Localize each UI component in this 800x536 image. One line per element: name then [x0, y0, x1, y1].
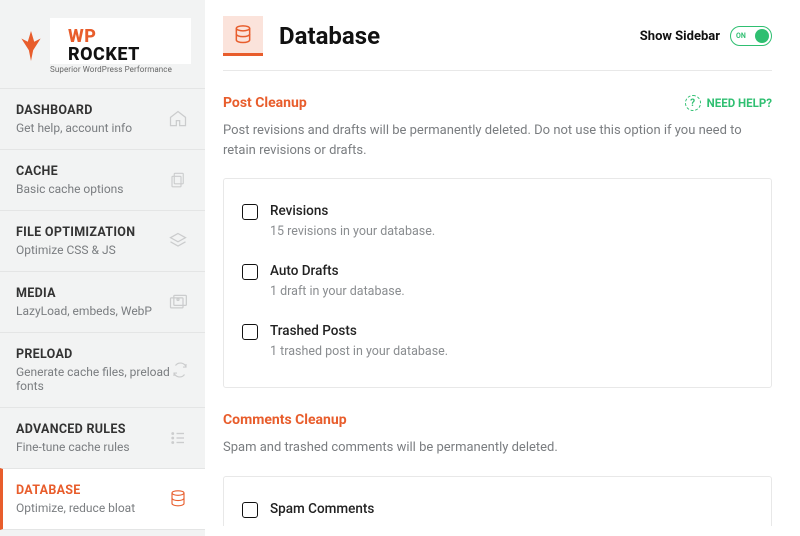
copy-icon — [167, 169, 189, 191]
sidebar-item-cache[interactable]: CACHE Basic cache options — [0, 149, 205, 210]
option-sub: 1 trashed post in your database. — [270, 344, 448, 359]
need-help-button[interactable]: ? NEED HELP? — [685, 95, 772, 111]
sidebar-item-label: PRELOAD — [16, 347, 171, 362]
option-label: Trashed Posts — [270, 323, 448, 339]
comments-cleanup-card: Spam Comments — [223, 476, 772, 526]
sidebar-item-label: MEDIA — [16, 286, 152, 301]
refresh-icon — [171, 359, 189, 381]
layers-icon — [167, 230, 189, 252]
list-icon — [167, 427, 189, 449]
checkbox-trashed-posts[interactable] — [242, 324, 258, 340]
sidebar-item-media[interactable]: MEDIA LazyLoad, embeds, WebP — [0, 271, 205, 332]
rocket-icon — [18, 31, 44, 61]
section-desc-post-cleanup: Post revisions and drafts will be perman… — [223, 121, 772, 160]
option-label: Spam Comments — [270, 501, 374, 517]
page-header: Database Show Sidebar ON — [223, 10, 772, 66]
sidebar-item-desc: Basic cache options — [16, 182, 124, 196]
sidebar-item-label: DATABASE — [16, 483, 135, 498]
sidebar: WP ROCKET Superior WordPress Performance… — [0, 0, 205, 536]
show-sidebar-label: Show Sidebar — [640, 29, 720, 44]
sidebar-item-advanced-rules[interactable]: ADVANCED RULES Fine-tune cache rules — [0, 407, 205, 468]
option-trashed-posts: Trashed Posts 1 trashed post in your dat… — [242, 313, 753, 373]
sidebar-item-desc: LazyLoad, embeds, WebP — [16, 304, 152, 318]
sidebar-item-label: ADVANCED RULES — [16, 422, 130, 437]
toggle-state-label: ON — [736, 32, 746, 40]
sidebar-item-file-optimization[interactable]: FILE OPTIMIZATION Optimize CSS & JS — [0, 210, 205, 271]
sidebar-item-label: FILE OPTIMIZATION — [16, 225, 135, 240]
sidebar-item-desc: Get help, account info — [16, 121, 132, 135]
need-help-label: NEED HELP? — [707, 96, 772, 110]
option-label: Revisions — [270, 203, 435, 219]
option-revisions: Revisions 15 revisions in your database. — [242, 193, 753, 253]
sidebar-item-database[interactable]: DATABASE Optimize, reduce bloat — [0, 468, 205, 530]
logo: WP ROCKET Superior WordPress Performance — [0, 0, 205, 88]
section-desc-comments-cleanup: Spam and trashed comments will be perman… — [223, 438, 772, 458]
sidebar-item-desc: Fine-tune cache rules — [16, 440, 130, 454]
show-sidebar-toggle[interactable]: ON — [730, 26, 772, 46]
main-content: Database Show Sidebar ON Post Cleanup ? … — [205, 0, 800, 536]
section-title-comments-cleanup: Comments Cleanup — [223, 412, 772, 428]
sidebar-item-desc: Generate cache files, preload fonts — [16, 365, 171, 393]
option-sub: 1 draft in your database. — [270, 284, 405, 299]
help-icon: ? — [685, 95, 701, 111]
page-title: Database — [279, 22, 380, 50]
checkbox-spam-comments[interactable] — [242, 502, 258, 518]
sidebar-item-preload[interactable]: PRELOAD Generate cache files, preload fo… — [0, 332, 205, 407]
nav: DASHBOARD Get help, account info CACHE B… — [0, 88, 205, 536]
sidebar-item-dashboard[interactable]: DASHBOARD Get help, account info — [0, 88, 205, 149]
image-icon — [167, 291, 189, 313]
checkbox-revisions[interactable] — [242, 204, 258, 220]
sidebar-item-label: CACHE — [16, 164, 124, 179]
option-label: Auto Drafts — [270, 263, 405, 279]
home-icon — [167, 108, 189, 130]
logo-text: WP ROCKET — [50, 18, 191, 64]
logo-tagline: Superior WordPress Performance — [50, 66, 191, 74]
database-icon — [223, 16, 263, 56]
option-spam-comments: Spam Comments — [242, 491, 753, 520]
checkbox-auto-drafts[interactable] — [242, 264, 258, 280]
database-icon — [167, 488, 189, 510]
toggle-knob — [755, 29, 769, 43]
section-title-post-cleanup: Post Cleanup — [223, 95, 307, 111]
option-sub: 15 revisions in your database. — [270, 224, 435, 239]
sidebar-item-desc: Optimize, reduce bloat — [16, 501, 135, 515]
option-auto-drafts: Auto Drafts 1 draft in your database. — [242, 253, 753, 313]
post-cleanup-card: Revisions 15 revisions in your database.… — [223, 178, 772, 388]
sidebar-item-desc: Optimize CSS & JS — [16, 243, 135, 257]
sidebar-item-label: DASHBOARD — [16, 103, 132, 118]
header-divider — [223, 70, 772, 71]
